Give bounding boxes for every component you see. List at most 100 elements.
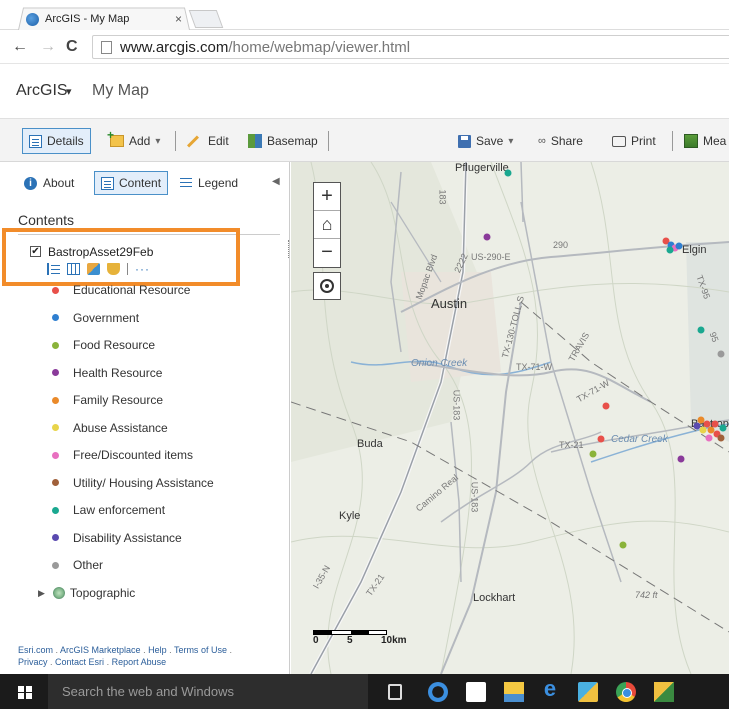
tools-divider bbox=[127, 263, 128, 275]
legend-symbol-dot-icon bbox=[52, 534, 59, 541]
link-marketplace[interactable]: ArcGIS Marketplace bbox=[60, 645, 141, 655]
legend-item: Government bbox=[52, 310, 139, 326]
chrome-icon[interactable] bbox=[616, 682, 636, 702]
share-icon: ∞ bbox=[538, 135, 546, 147]
share-button[interactable]: ∞ Share bbox=[538, 128, 583, 154]
windows-start-icon[interactable] bbox=[18, 686, 32, 699]
link-terms[interactable]: Terms of Use bbox=[174, 645, 227, 655]
show-legend-icon[interactable] bbox=[47, 263, 60, 275]
zoom-control: + ⌂ − bbox=[313, 182, 341, 268]
file-explorer-icon[interactable] bbox=[504, 682, 524, 702]
legend-item-label: Food Resource bbox=[73, 338, 156, 352]
map-title: My Map bbox=[92, 82, 149, 99]
map-toolbar: Details Add ▾ Edit Basemap Save ▾ ∞ Shar… bbox=[0, 118, 729, 162]
tab-title: ArcGIS - My Map bbox=[45, 13, 130, 25]
store-icon[interactable] bbox=[466, 682, 486, 702]
footer-separator: . bbox=[140, 645, 149, 655]
measure-button[interactable]: Mea bbox=[684, 128, 726, 154]
link-contact[interactable]: Contact Esri bbox=[55, 657, 104, 667]
edit-label: Edit bbox=[208, 134, 229, 148]
legend-symbol-dot-icon bbox=[52, 506, 59, 514]
scale-bar: 0 5 10km bbox=[313, 630, 407, 649]
add-button[interactable]: Add ▾ bbox=[107, 128, 160, 154]
link-help[interactable]: Help bbox=[148, 645, 167, 655]
legend-symbol-dot-icon bbox=[52, 286, 59, 294]
arcgis-brand-menu[interactable]: ArcGIS bbox=[16, 82, 68, 100]
legend-item: Family Resource bbox=[52, 392, 163, 408]
footer-separator: . bbox=[47, 657, 56, 667]
new-tab-button[interactable] bbox=[188, 10, 224, 28]
legend-item: Free/Discounted items bbox=[52, 447, 193, 463]
legend-symbol-dot-icon bbox=[52, 369, 59, 376]
tab-about[interactable]: i About bbox=[24, 171, 74, 195]
filter-icon[interactable] bbox=[107, 263, 120, 275]
content-panel: i About Content Legend ◀ Contents ✔ Bast… bbox=[0, 162, 290, 674]
tab-legend[interactable]: Legend bbox=[180, 171, 238, 195]
scale-label-10km: 10km bbox=[381, 635, 407, 646]
zoom-in-button[interactable]: + bbox=[314, 183, 340, 211]
link-esri[interactable]: Esri.com bbox=[18, 645, 53, 655]
basemap-layer-name: Topographic bbox=[69, 586, 136, 600]
scale-labels: 0 5 10km bbox=[313, 635, 407, 649]
toolbar-divider bbox=[328, 131, 329, 151]
reload-icon[interactable]: C bbox=[66, 38, 78, 56]
forward-arrow-icon[interactable]: → bbox=[40, 38, 56, 56]
save-icon bbox=[458, 134, 471, 148]
legend-item-label: Utility/ Housing Assistance bbox=[73, 475, 214, 490]
home-button[interactable]: ⌂ bbox=[314, 211, 340, 239]
scale-label-0: 0 bbox=[313, 635, 319, 646]
tab-close-icon[interactable]: × bbox=[175, 12, 182, 26]
basemap-layer-row[interactable]: ▶ Topographic bbox=[38, 586, 135, 600]
taskbar-search-box[interactable]: Search the web and Windows bbox=[48, 674, 368, 709]
legend-item: Health Resource bbox=[52, 365, 162, 381]
change-style-icon[interactable] bbox=[87, 263, 100, 275]
photos-icon[interactable] bbox=[578, 682, 598, 702]
info-icon: i bbox=[24, 176, 37, 190]
url-input[interactable]: www.arcgis.com/home/webmap/viewer.html bbox=[92, 35, 729, 59]
legend-item: Utility/ Housing Assistance bbox=[52, 475, 214, 491]
layer-tools: ··· bbox=[47, 262, 150, 276]
task-view-icon[interactable] bbox=[388, 684, 402, 700]
expand-arrow-icon[interactable]: ▶ bbox=[38, 588, 45, 599]
legend-symbol-dot-icon bbox=[52, 561, 59, 569]
legend-item-label: Health Resource bbox=[73, 365, 163, 380]
edit-button[interactable]: Edit bbox=[186, 128, 229, 154]
layer-visibility-checkbox[interactable]: ✔ bbox=[30, 246, 41, 257]
legend-item: Law enforcement bbox=[52, 502, 165, 518]
zoom-out-button[interactable]: − bbox=[314, 239, 340, 267]
edge-browser-icon[interactable]: e bbox=[540, 678, 560, 700]
tab-about-label: About bbox=[43, 176, 75, 190]
legend-item-label: Disability Assistance bbox=[73, 530, 182, 545]
collapse-panel-icon[interactable]: ◀ bbox=[272, 176, 280, 187]
app-icon[interactable] bbox=[654, 682, 674, 702]
link-privacy[interactable]: Privacy bbox=[18, 657, 48, 667]
layer-name[interactable]: BastropAsset29Feb bbox=[48, 245, 153, 259]
legend-symbol-dot-icon bbox=[52, 451, 59, 459]
details-icon bbox=[29, 134, 42, 148]
save-caret-icon: ▾ bbox=[508, 135, 514, 147]
details-button[interactable]: Details bbox=[22, 128, 91, 154]
legend-item-label: Other bbox=[73, 558, 104, 572]
locate-button[interactable] bbox=[313, 272, 341, 300]
printer-icon bbox=[612, 135, 626, 147]
legend-item: Abuse Assistance bbox=[52, 420, 168, 436]
map-view[interactable]: Pflugerville Austin Elgin Buda Kyle Lock… bbox=[291, 162, 729, 674]
footer-separator: . bbox=[166, 645, 174, 655]
browser-tab-content[interactable]: ArcGIS - My Map × bbox=[26, 10, 186, 28]
print-button[interactable]: Print bbox=[612, 128, 656, 154]
content-icon bbox=[101, 176, 114, 190]
link-report-abuse[interactable]: Report Abuse bbox=[112, 657, 167, 667]
show-table-icon[interactable] bbox=[67, 263, 80, 275]
brand-caret-icon[interactable]: ▾ bbox=[66, 85, 72, 98]
basemap-button[interactable]: Basemap bbox=[248, 128, 318, 154]
cortana-icon[interactable] bbox=[428, 682, 448, 702]
legend-symbol-dot-icon bbox=[52, 396, 59, 404]
legend-item-label: Free/Discounted items bbox=[73, 448, 194, 462]
save-button[interactable]: Save ▾ bbox=[458, 128, 513, 154]
back-arrow-icon[interactable]: ← bbox=[12, 38, 28, 56]
panel-tabs: i About Content Legend ◀ bbox=[0, 162, 290, 202]
share-label: Share bbox=[550, 134, 583, 148]
more-options-icon[interactable]: ··· bbox=[135, 263, 150, 275]
legend-symbol-dot-icon bbox=[52, 479, 59, 486]
tab-content[interactable]: Content bbox=[94, 171, 169, 195]
